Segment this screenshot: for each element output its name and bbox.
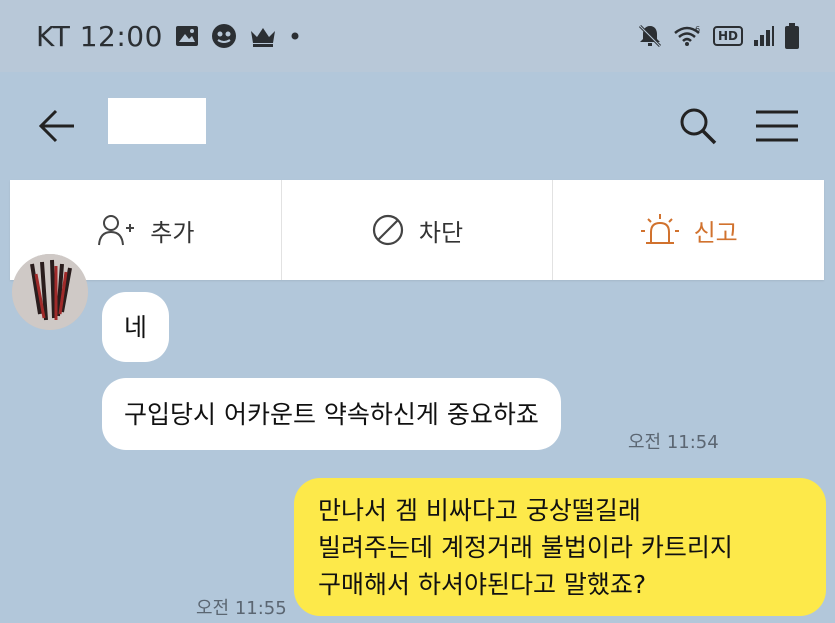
avatar-image — [12, 254, 88, 330]
message-timestamp: 오전 11:55 — [196, 598, 287, 619]
chat-header — [0, 72, 835, 180]
dot-icon — [289, 30, 301, 42]
wifi-icon: 6 — [673, 24, 703, 48]
message-bubble-outgoing[interactable]: 만나서 겜 비싸다고 궁상떨길래 빌려주는데 계정거래 불법이라 카트리지 구매… — [294, 478, 826, 616]
message-text: 네 — [124, 312, 148, 342]
hamburger-icon — [756, 110, 798, 142]
face-icon — [211, 23, 237, 49]
image-icon — [175, 25, 199, 47]
avatar[interactable] — [12, 254, 88, 330]
search-icon — [680, 108, 717, 145]
block-button[interactable]: 차단 — [282, 180, 554, 280]
report-button[interactable]: 신고 — [553, 180, 824, 280]
status-bar: KT 12:00 6 HD — [0, 0, 835, 72]
report-label: 신고 — [693, 218, 738, 247]
status-left: KT 12:00 — [36, 20, 301, 53]
block-icon — [372, 214, 404, 246]
wifi-label: 6 — [695, 25, 700, 34]
chat-name-redacted — [108, 98, 206, 144]
message-bubble-incoming[interactable]: 네 — [102, 292, 170, 362]
menu-button[interactable] — [754, 108, 800, 144]
message-line: 만나서 겜 비싸다고 궁상떨길래 — [318, 496, 641, 525]
message-line: 빌려주는데 계정거래 불법이라 카트리지 — [318, 533, 733, 562]
search-button[interactable] — [676, 104, 720, 148]
crown-icon — [249, 25, 277, 47]
message-line: 구매해서 하셔야된다고 말했죠? — [318, 570, 647, 599]
mute-icon — [637, 23, 663, 49]
siren-icon — [640, 214, 679, 244]
block-label: 차단 — [418, 218, 464, 247]
signal-icon — [753, 25, 775, 47]
message-text: 구입당시 어카운트 약속하신게 중요하죠 — [124, 399, 539, 429]
message-bubble-incoming[interactable]: 구입당시 어카운트 약속하신게 중요하죠 — [102, 378, 561, 450]
message-timestamp: 오전 11:54 — [628, 432, 719, 453]
add-friend-icon — [98, 215, 135, 246]
arrow-left-icon — [38, 109, 74, 143]
carrier-time: KT 12:00 — [36, 19, 163, 53]
status-right: 6 HD — [637, 23, 799, 49]
battery-icon — [785, 23, 799, 49]
friend-action-bar: 추가 차단 신고 — [10, 180, 824, 280]
hd-icon: HD — [712, 26, 743, 46]
back-button[interactable] — [36, 106, 80, 146]
add-friend-label: 추가 — [150, 218, 195, 247]
